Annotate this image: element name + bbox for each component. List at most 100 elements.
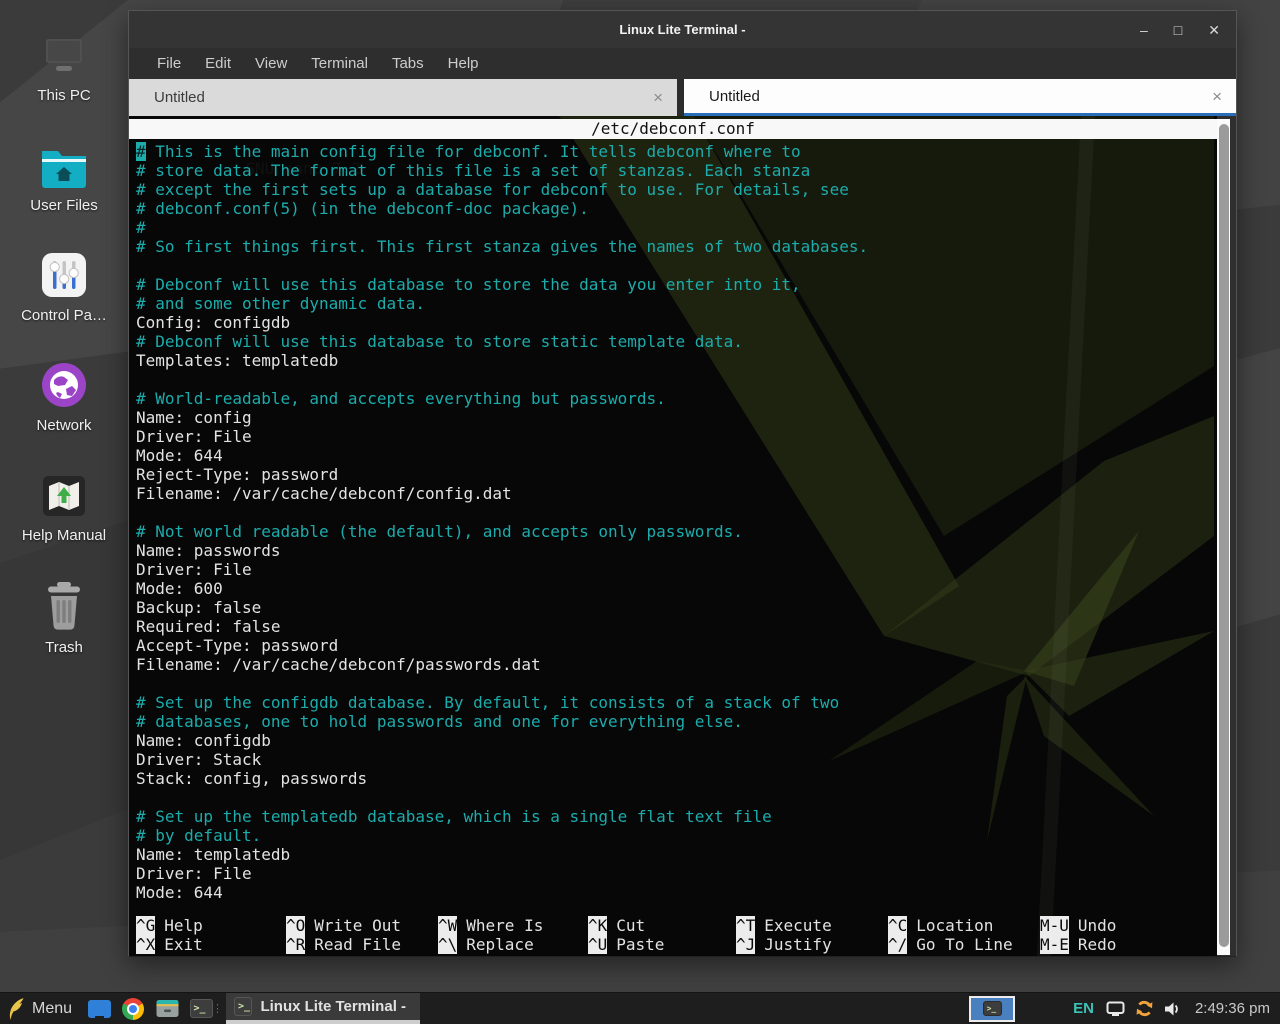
display-tray-icon[interactable] <box>1106 1001 1125 1016</box>
shortcut-label: Read File <box>305 935 401 954</box>
shortcut-key: ^C <box>888 916 907 935</box>
nano-shortcut: ^TExecute <box>736 916 888 935</box>
start-menu-button[interactable]: Menu <box>0 993 82 1024</box>
updates-tray-icon[interactable] <box>1135 999 1154 1018</box>
editor-line: # Debconf will use this database to stor… <box>136 275 1217 294</box>
tab-bar: Untitled × Untitled × <box>129 79 1236 116</box>
desktop-icon-this-pc[interactable]: This PC <box>0 26 128 130</box>
desktop-icon-control-panel[interactable]: Control Pa… <box>0 246 128 350</box>
nano-shortcut: ^JJustify <box>736 935 888 954</box>
volume-tray-icon[interactable] <box>1164 1001 1181 1017</box>
nano-shortcut: ^OWrite Out <box>286 916 438 935</box>
window-right-gutter <box>1230 116 1236 956</box>
menu-terminal[interactable]: Terminal <box>301 52 378 75</box>
tab-untitled-2[interactable]: Untitled × <box>684 79 1236 116</box>
desktop-icon-help-manual[interactable]: Help Manual <box>0 466 128 570</box>
scrollbar-thumb[interactable] <box>1219 124 1229 947</box>
file-manager-icon <box>88 1000 111 1018</box>
desktop-icon-label: This PC <box>37 87 90 104</box>
terminal-icon: >_ <box>190 999 213 1018</box>
archive-launcher[interactable] <box>150 993 184 1024</box>
chrome-icon <box>122 998 144 1020</box>
linux-lite-feather-icon <box>8 997 25 1021</box>
terminal-icon: >_ <box>983 1001 1002 1016</box>
shortcut-key: ^R <box>286 935 305 954</box>
editor-line: # World-readable, and accepts everything… <box>136 389 1217 408</box>
editor-line: Name: passwords <box>136 541 1217 560</box>
menu-file[interactable]: File <box>147 52 191 75</box>
shortcut-key: ^\ <box>438 935 457 954</box>
terminal-content[interactable]: /etc/debconf.conf GNU nano 7.2 # This is… <box>129 116 1217 956</box>
nano-shortcut: ^CLocation <box>888 916 1040 935</box>
editor-line: Accept-Type: password <box>136 636 1217 655</box>
desktop-icon-label: Network <box>36 417 91 434</box>
taskbar-window-title: Linux Lite Terminal - <box>260 998 406 1015</box>
chrome-launcher[interactable] <box>116 993 150 1024</box>
taskbar-window-button[interactable]: >_ Linux Lite Terminal - <box>226 993 420 1024</box>
file-manager-launcher[interactable] <box>82 993 116 1024</box>
editor-line: # Not world readable (the default), and … <box>136 522 1217 541</box>
editor-line <box>136 370 1217 389</box>
workspace-pager[interactable]: >_ <box>969 996 1015 1022</box>
tab-close-icon[interactable]: × <box>1212 88 1222 105</box>
shortcut-key: ^U <box>588 935 607 954</box>
minimize-button[interactable]: – <box>1140 23 1148 37</box>
nano-shortcut: ^GHelp <box>136 916 286 935</box>
computer-icon <box>39 26 89 78</box>
menu-help[interactable]: Help <box>438 52 489 75</box>
editor-line: Name: configdb <box>136 731 1217 750</box>
editor-line <box>136 788 1217 807</box>
desktop-icon-label: User Files <box>30 197 98 214</box>
nano-shortcut: ^/Go To Line <box>888 935 1040 954</box>
nano-shortcut: M-ERedo <box>1040 935 1213 954</box>
nano-shortcut: ^KCut <box>588 916 736 935</box>
nano-shortcut: M-UUndo <box>1040 916 1213 935</box>
tab-label: Untitled <box>709 88 1200 105</box>
menu-tabs[interactable]: Tabs <box>382 52 434 75</box>
globe-icon <box>41 356 87 408</box>
terminal-icon: >_ <box>234 997 252 1016</box>
shortcut-key: ^O <box>286 916 305 935</box>
nano-shortcut: ^XExit <box>136 935 286 954</box>
editor-line: Backup: false <box>136 598 1217 617</box>
editor-line: Mode: 644 <box>136 446 1217 465</box>
shortcut-label: Help <box>155 916 203 935</box>
nano-shortcut: ^UPaste <box>588 935 736 954</box>
desktop-screen: This PC User Files Control Pa… Network H… <box>0 0 1280 1024</box>
desktop-icon-user-files[interactable]: User Files <box>0 136 128 240</box>
editor-line: Filename: /var/cache/debconf/config.dat <box>136 484 1217 503</box>
editor-line: Mode: 600 <box>136 579 1217 598</box>
shortcut-label: Redo <box>1069 935 1117 954</box>
editor-lines: # This is the main config file for debco… <box>129 139 1217 902</box>
desktop-icon-network[interactable]: Network <box>0 356 128 460</box>
desktop-icon-trash[interactable]: Trash <box>0 578 128 682</box>
editor-line: Name: config <box>136 408 1217 427</box>
editor-line: Driver: Stack <box>136 750 1217 769</box>
editor-line: Stack: config, passwords <box>136 769 1217 788</box>
tab-untitled-1[interactable]: Untitled × <box>129 79 677 116</box>
tab-close-icon[interactable]: × <box>653 89 663 106</box>
editor-line: # This is the main config file for debco… <box>136 142 1217 161</box>
desktop-icon-label: Trash <box>45 639 83 656</box>
window-titlebar[interactable]: Linux Lite Terminal - – □ ✕ <box>129 11 1236 48</box>
close-button[interactable]: ✕ <box>1208 23 1220 37</box>
scrollbar-track[interactable] <box>1217 119 1230 955</box>
desktop-icon-label: Control Pa… <box>21 307 107 324</box>
manual-icon <box>41 466 87 518</box>
clock[interactable]: 2:49:36 pm <box>1195 1000 1270 1017</box>
menu-view[interactable]: View <box>245 52 297 75</box>
editor-line: Filename: /var/cache/debconf/passwords.d… <box>136 655 1217 674</box>
menu-edit[interactable]: Edit <box>195 52 241 75</box>
editor-line <box>136 674 1217 693</box>
keyboard-layout-indicator[interactable]: EN <box>1073 1000 1094 1017</box>
shortcut-label: Justify <box>755 935 831 954</box>
editor-line: # So first things first. This first stan… <box>136 237 1217 256</box>
terminal-window: Linux Lite Terminal - – □ ✕ File Edit Vi… <box>128 10 1237 957</box>
editor-line <box>136 256 1217 275</box>
desktop-icon-label: Help Manual <box>22 527 106 544</box>
editor-line <box>136 503 1217 522</box>
shortcut-key: ^K <box>588 916 607 935</box>
maximize-button[interactable]: □ <box>1174 23 1182 37</box>
shortcut-label: Go To Line <box>907 935 1012 954</box>
shortcut-label: Where Is <box>457 916 543 935</box>
